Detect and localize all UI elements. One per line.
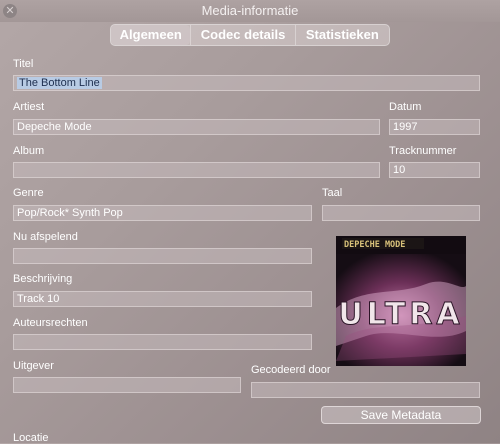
- language-label: Taal: [322, 187, 343, 199]
- title-field[interactable]: The Bottom Line: [13, 75, 480, 91]
- location-label: Locatie: [13, 432, 49, 444]
- now-playing-label: Nu afspelend: [13, 231, 78, 243]
- artwork-band-name: DEPECHE MODE: [344, 240, 405, 250]
- artist-label: Artiest: [13, 101, 45, 113]
- save-metadata-button[interactable]: Save Metadata: [321, 406, 481, 424]
- window-title: Media-informatie: [201, 3, 299, 18]
- title-label: Titel: [13, 58, 34, 70]
- title-bar: ✕ Media-informatie: [0, 0, 500, 22]
- album-field[interactable]: [13, 162, 380, 178]
- artwork-album-title: ULTRA: [338, 297, 463, 332]
- publisher-field[interactable]: [13, 377, 241, 393]
- language-field[interactable]: [322, 205, 480, 221]
- album-artwork: DEPECHE MODE ULTRA: [336, 236, 466, 366]
- album-label: Album: [13, 145, 45, 157]
- artist-field[interactable]: Depeche Mode: [13, 119, 380, 135]
- publisher-label: Uitgever: [13, 360, 54, 372]
- tab-codec-details[interactable]: Codec details: [190, 25, 294, 45]
- title-value: The Bottom Line: [17, 77, 102, 89]
- track-number-field[interactable]: 10: [389, 162, 480, 178]
- tab-bar: Algemeen Codec details Statistieken: [110, 24, 390, 46]
- date-label: Datum: [389, 101, 422, 113]
- track-number-label: Tracknummer: [389, 145, 457, 157]
- tab-statistieken[interactable]: Statistieken: [294, 25, 389, 45]
- genre-field[interactable]: Pop/Rock* Synth Pop: [13, 205, 312, 221]
- description-field[interactable]: Track 10: [13, 291, 312, 307]
- date-field[interactable]: 1997: [389, 119, 480, 135]
- tab-algemeen[interactable]: Algemeen: [111, 25, 191, 45]
- now-playing-field[interactable]: [13, 248, 312, 264]
- close-icon[interactable]: ✕: [3, 4, 17, 18]
- encoded-by-field[interactable]: [251, 382, 480, 398]
- copyright-label: Auteursrechten: [13, 317, 88, 329]
- album-artwork-image: DEPECHE MODE ULTRA: [336, 236, 466, 366]
- encoded-by-label: Gecodeerd door: [251, 364, 331, 376]
- description-label: Beschrijving: [13, 273, 73, 285]
- genre-label: Genre: [13, 187, 44, 199]
- copyright-field[interactable]: [13, 334, 312, 350]
